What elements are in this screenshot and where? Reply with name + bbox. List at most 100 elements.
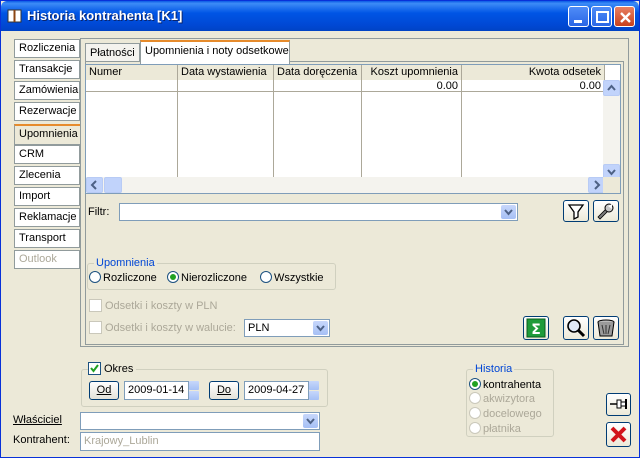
vertical-scrollbar[interactable] (603, 80, 620, 180)
side-tab-crm[interactable]: CRM (14, 145, 80, 164)
side-tab-import[interactable]: Import (14, 187, 80, 206)
side-tab-label: Import (19, 190, 51, 202)
side-tab-zamowienia[interactable]: Zamówienia (14, 81, 80, 100)
funnel-icon (567, 204, 585, 221)
column-divider (273, 92, 274, 180)
radio-nierozliczone[interactable]: Nierozliczone (167, 271, 247, 284)
column-header-data-wystawienia[interactable]: Data wystawienia (178, 65, 274, 80)
filter-button[interactable] (563, 200, 589, 222)
radio-wszystkie[interactable]: Wszystkie (260, 271, 324, 284)
radio-dot (89, 271, 101, 283)
spin-down[interactable] (309, 391, 319, 400)
sum-value: 0.00 (579, 80, 601, 92)
title-bar[interactable]: Historia kontrahenta [K1] (1, 1, 639, 31)
side-tab-label: Rezerwacje (19, 105, 77, 117)
checkbox-odsetki-pln: Odsetki i koszty w PLN (89, 299, 217, 312)
scroll-up-button[interactable] (603, 80, 620, 96)
checkbox-box (88, 362, 101, 375)
pin-icon (610, 399, 627, 409)
sum-button[interactable]: Σ (523, 316, 549, 340)
radio-rozliczone[interactable]: Rozliczone (89, 271, 157, 284)
scroll-thumb[interactable] (104, 177, 122, 193)
side-tab-label: Zlecenia (19, 169, 61, 181)
spin-down[interactable] (189, 391, 199, 400)
chevron-down-icon (504, 209, 513, 216)
radio-kontrahenta[interactable]: kontrahenta (469, 378, 541, 391)
sum-cell (274, 80, 362, 92)
from-date-button[interactable]: Od (89, 381, 119, 400)
side-tab-label: Rozliczenia (19, 42, 76, 54)
owner-label: Właściciel (13, 414, 62, 426)
from-date-value: 2009-01-14 (128, 384, 185, 396)
side-tab-label: Outlook (19, 253, 57, 265)
radio-dot (167, 271, 179, 283)
dropdown-arrow[interactable] (303, 414, 318, 428)
chevron-left-icon (90, 180, 97, 190)
sum-cell (86, 80, 178, 92)
pin-button[interactable] (606, 393, 631, 416)
horizontal-scrollbar[interactable] (86, 177, 605, 193)
currency-combo[interactable]: PLN (244, 319, 330, 337)
chevron-right-icon (594, 180, 601, 190)
checkbox-okres[interactable]: Okres (88, 362, 137, 375)
column-divider (361, 92, 362, 180)
filter-label: Filtr: (88, 206, 110, 218)
checkbox-odsetki-waluta: Odsetki i koszty w walucie: (89, 321, 236, 334)
radio-platnika: płatnika (469, 422, 521, 435)
side-tab-label: Upomnienia (19, 128, 78, 140)
delete-button[interactable] (593, 316, 619, 340)
dropdown-arrow[interactable] (501, 205, 516, 219)
from-date-spinner[interactable] (189, 381, 199, 400)
to-date-value: 2009-04-27 (248, 384, 305, 396)
minimize-button[interactable] (568, 6, 589, 27)
close-x-icon (610, 426, 627, 443)
radio-dot (469, 378, 481, 390)
contractor-field: Krajowy_Lublin (80, 432, 320, 451)
side-tab-reklamacje[interactable]: Reklamacje (14, 208, 80, 227)
spin-up[interactable] (189, 381, 199, 390)
tab-upomnienia-noty[interactable]: Upomnienia i noty odsetkowe (140, 40, 290, 64)
close-window-button[interactable] (614, 6, 635, 27)
radio-label: Nierozliczone (181, 272, 248, 284)
to-date-field[interactable]: 2009-04-27 (244, 381, 309, 400)
column-label: Kwota odsetek (528, 66, 601, 78)
contractor-label: Kontrahent: (13, 434, 70, 446)
wrench-icon (597, 203, 614, 220)
from-date-field[interactable]: 2009-01-14 (124, 381, 189, 400)
sum-cell-koszt: 0.00 (362, 80, 462, 92)
checkbox-label: Okres (104, 363, 134, 375)
radio-label: akwizytora (483, 393, 535, 405)
side-tab-upomnienia[interactable]: Upomnienia (14, 124, 84, 145)
to-date-button[interactable]: Do (209, 381, 239, 400)
side-tab-rozliczenia[interactable]: Rozliczenia (14, 39, 80, 58)
sigma-icon: Σ (526, 318, 546, 338)
side-tab-transakcje[interactable]: Transakcje (14, 60, 80, 79)
filter-combo[interactable] (119, 203, 518, 221)
column-label: Data wystawienia (181, 66, 267, 78)
column-header-koszt-upomnienia[interactable]: Koszt upomnienia (362, 65, 462, 80)
reminders-grid[interactable]: Numer Data wystawienia Data doręczenia K… (85, 64, 621, 194)
minimize-icon (574, 20, 582, 23)
column-header-numer[interactable]: Numer (86, 65, 178, 80)
maximize-icon (596, 11, 609, 23)
close-button[interactable] (606, 422, 631, 447)
history-window: Historia kontrahenta [K1] Rozliczenia Tr… (0, 0, 640, 458)
side-tab-transport[interactable]: Transport (14, 229, 80, 248)
tab-label: Upomnienia i noty odsetkowe (145, 45, 289, 57)
side-tab-label: Reklamacje (19, 211, 77, 223)
preview-button[interactable] (563, 316, 589, 340)
maximize-button[interactable] (591, 6, 612, 27)
side-tab-rezerwacje[interactable]: Rezerwacje (14, 102, 80, 121)
to-date-spinner[interactable] (309, 381, 319, 400)
svg-text:Σ: Σ (531, 322, 541, 338)
scroll-left-button[interactable] (86, 177, 103, 193)
column-header-kwota-odsetek[interactable]: Kwota odsetek (462, 65, 605, 80)
filter-edit-button[interactable] (593, 200, 619, 222)
dropdown-arrow[interactable] (313, 321, 328, 335)
side-tab-zlecenia[interactable]: Zlecenia (14, 166, 80, 185)
owner-combo[interactable] (80, 412, 320, 430)
spin-up[interactable] (309, 381, 319, 390)
column-divider (177, 92, 178, 180)
column-header-data-doreczenia[interactable]: Data doręczenia (274, 65, 362, 80)
radio-akwizytora: akwizytora (469, 392, 535, 405)
